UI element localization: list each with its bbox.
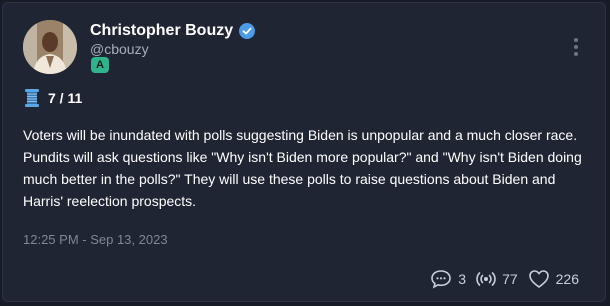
like-button[interactable]: 226 [528,269,579,289]
engagement-stats: 3 77 226 [420,269,579,289]
post-timestamp[interactable]: 12:25 PM - Sep 13, 2023 [23,232,168,247]
comment-button[interactable]: 3 [430,269,466,289]
more-dot [574,52,578,56]
post-body: Voters will be inundated with polls sugg… [23,127,582,209]
comment-count: 3 [458,271,467,287]
author-row: Christopher Bouzy [90,22,256,40]
account-badge: A [91,57,109,73]
avatar[interactable] [23,20,77,74]
post-card: Christopher Bouzy @cbouzy A 7 / 11 Voter… [2,2,606,302]
more-dot [574,38,578,42]
repost-button[interactable]: 77 [476,270,518,288]
more-dot [574,45,578,49]
repost-count: 77 [502,271,518,287]
spool-thread-icon [25,89,39,107]
thread-indicator: 7 / 11 [23,88,82,108]
verified-badge-icon [239,23,256,39]
like-count: 226 [555,271,579,287]
thread-position: 7 / 11 [48,90,83,106]
more-options-button[interactable] [572,38,580,60]
heart-icon [528,270,549,288]
speech-bubble-icon [431,270,452,289]
author-name[interactable]: Christopher Bouzy [90,22,233,40]
author-handle[interactable]: @cbouzy [90,41,149,57]
broadcast-icon [476,272,496,286]
